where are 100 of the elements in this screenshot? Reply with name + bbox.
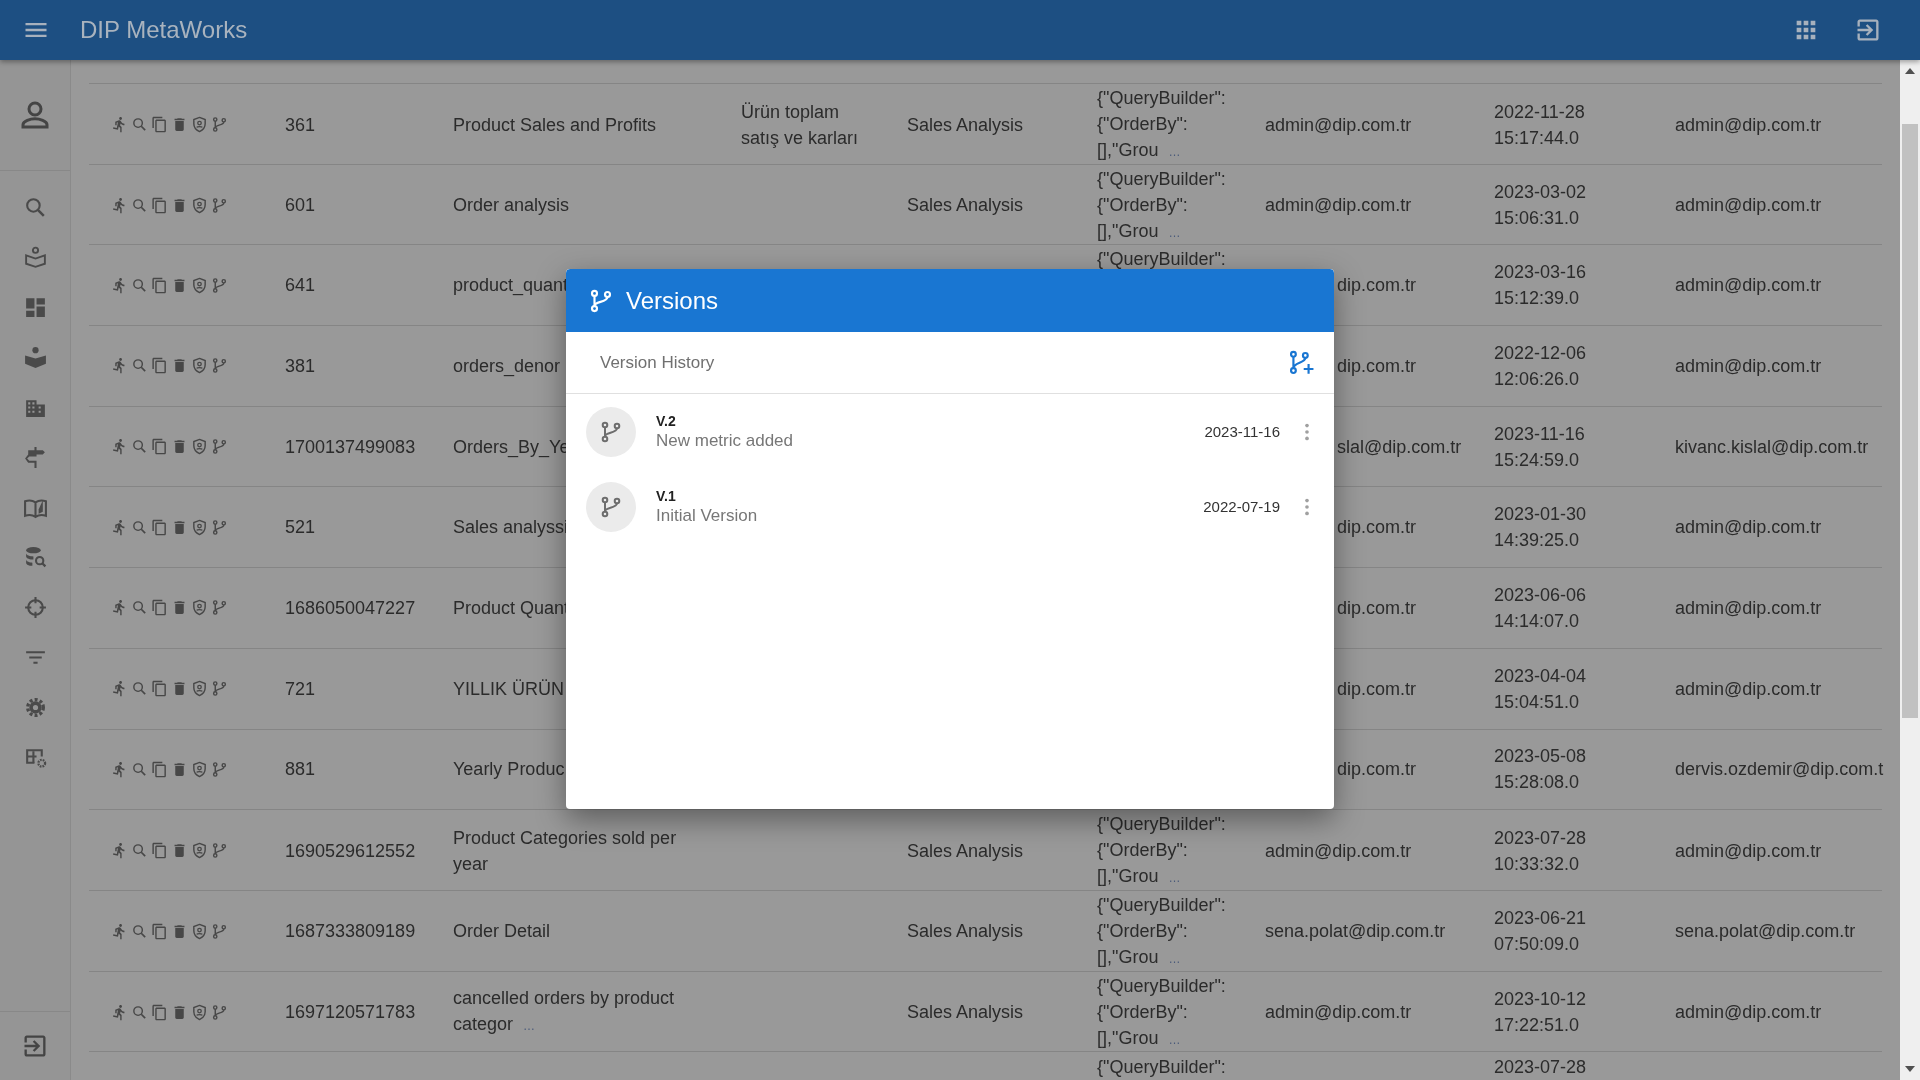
- copy-icon[interactable]: [151, 116, 168, 133]
- query-cell-text: {"QueryBuilder": {"OrderBy": [],"Grou …: [1097, 893, 1227, 969]
- copy-icon[interactable]: [151, 1003, 168, 1021]
- query-cell-text: {"QueryBuilder":: [1097, 1056, 1227, 1080]
- book-person-icon[interactable]: [22, 245, 48, 270]
- date-cell-text: 2022-12-06 12:06:26.0: [1494, 341, 1588, 391]
- shield-person-icon[interactable]: [191, 1003, 208, 1021]
- search-icon[interactable]: [131, 438, 148, 456]
- query-cell-text: {"QueryBuilder": {"OrderBy": [],"Grou …: [1097, 87, 1227, 162]
- branch-icon[interactable]: [211, 922, 228, 940]
- updater-cell-text: dervis.ozdemir@dip.com.t: [1675, 758, 1884, 782]
- signpost-icon[interactable]: [22, 445, 48, 470]
- branch-icon[interactable]: [211, 276, 228, 294]
- date-cell-text: 2023-07-28 10:33:32.0: [1494, 826, 1588, 876]
- branch-icon[interactable]: [211, 438, 228, 456]
- date-cell-text: 2023-06-21 07:50:09.0: [1494, 907, 1588, 957]
- date-cell-text: 2023-11-16 15:24:59.0: [1494, 422, 1586, 472]
- branch-icon[interactable]: [211, 518, 228, 536]
- search-icon[interactable]: [131, 518, 148, 536]
- shield-person-icon[interactable]: [191, 599, 208, 617]
- shield-person-icon[interactable]: [191, 196, 208, 214]
- name-cell-text: Sales analyssi: [453, 516, 570, 540]
- search-icon[interactable]: [131, 116, 148, 133]
- updater-cell-text: sena.polat@dip.com.tr: [1675, 920, 1857, 944]
- id-cell-text: 601: [285, 194, 317, 218]
- shield-person-icon[interactable]: [191, 276, 208, 294]
- shield-person-icon[interactable]: [191, 842, 208, 860]
- updater-cell-text: admin@dip.com.tr: [1675, 194, 1823, 218]
- query-cell-text: {"QueryBuilder": {"OrderBy": [],"Grou …: [1097, 167, 1227, 243]
- id-cell-text: 881: [285, 758, 317, 782]
- id-cell-text: 641: [285, 274, 317, 298]
- add-branch-icon[interactable]: [1288, 349, 1314, 376]
- creator-cell-text: dip.com.tr: [1337, 596, 1417, 620]
- branch-icon: [599, 494, 623, 519]
- id-cell-text: 521: [285, 516, 317, 540]
- id-cell-text: 1687333809189: [285, 920, 417, 944]
- branch-icon[interactable]: [211, 760, 228, 778]
- category-cell-text: Sales Analysis: [907, 839, 1025, 863]
- search-icon[interactable]: [131, 196, 148, 214]
- copy-icon[interactable]: [151, 760, 168, 778]
- scroll-down-icon[interactable]: [1904, 1064, 1916, 1074]
- search-icon[interactable]: [131, 922, 148, 940]
- search-icon[interactable]: [131, 680, 148, 698]
- copy-icon[interactable]: [151, 518, 168, 536]
- copy-icon[interactable]: [151, 196, 168, 214]
- branch-icon: [599, 419, 623, 444]
- shield-person-icon[interactable]: [191, 518, 208, 536]
- search-icon[interactable]: [131, 599, 148, 617]
- id-cell-text: 1686050047227: [285, 596, 417, 620]
- creator-cell-text: dip.com.tr: [1337, 758, 1417, 782]
- branch-icon[interactable]: [211, 599, 228, 617]
- shield-person-icon[interactable]: [191, 357, 208, 375]
- creator-cell-text: dip.com.tr: [1337, 677, 1417, 701]
- updater-cell-text: admin@dip.com.tr: [1675, 274, 1823, 298]
- id-cell-text: 1700137499083: [285, 435, 417, 459]
- name-cell-text: Orders_By_Ye: [453, 435, 571, 460]
- shield-person-icon[interactable]: [191, 760, 208, 778]
- name-cell-text: Product Sales and Profits: [453, 113, 658, 137]
- scrollbar[interactable]: [1900, 60, 1920, 1080]
- query-cell-text: {"QueryBuilder":: [1097, 248, 1227, 272]
- date-cell-text: 2023-04-04 15:04:51.0: [1494, 664, 1588, 714]
- search-icon[interactable]: [131, 760, 148, 778]
- reader-icon[interactable]: [22, 345, 48, 370]
- updater-cell-text: admin@dip.com.tr: [1675, 354, 1823, 378]
- copy-icon[interactable]: [151, 680, 168, 698]
- branch-icon: [588, 287, 614, 314]
- creator-cell-text: admin@dip.com.tr: [1265, 113, 1413, 137]
- name-cell-text: cancelled orders by product categor …: [453, 987, 676, 1037]
- search-icon[interactable]: [131, 842, 148, 860]
- shield-person-icon[interactable]: [191, 680, 208, 698]
- copy-icon[interactable]: [151, 438, 168, 456]
- date-cell-text: 2023-10-12 17:22:51.0: [1494, 988, 1588, 1038]
- date-cell-text: 2023-01-30 14:39:25.0: [1494, 503, 1588, 553]
- branch-icon[interactable]: [211, 196, 228, 214]
- copy-icon[interactable]: [151, 842, 168, 860]
- search-icon[interactable]: [131, 1003, 148, 1021]
- shield-person-icon[interactable]: [191, 922, 208, 940]
- creator-cell-text: admin@dip.com.tr: [1265, 1001, 1413, 1025]
- name-cell-text: orders_denor: [453, 354, 562, 379]
- branch-icon[interactable]: [211, 680, 228, 698]
- crosshair-icon[interactable]: [22, 595, 48, 620]
- version-description: Initial Version: [656, 505, 759, 526]
- updater-cell-text: admin@dip.com.tr: [1675, 677, 1823, 701]
- branch-icon[interactable]: [211, 357, 228, 375]
- scroll-up-icon[interactable]: [1904, 66, 1916, 76]
- category-cell-text: Sales Analysis: [907, 920, 1025, 944]
- copy-icon[interactable]: [151, 599, 168, 617]
- branch-icon[interactable]: [211, 842, 228, 860]
- shield-person-icon[interactable]: [191, 116, 208, 133]
- branch-icon[interactable]: [211, 1003, 228, 1021]
- copy-icon[interactable]: [151, 276, 168, 294]
- id-cell-text: 1697120571783: [285, 1001, 417, 1025]
- updater-cell-text: admin@dip.com.tr: [1675, 1001, 1823, 1025]
- copy-icon[interactable]: [151, 922, 168, 940]
- updater-cell-text: admin@dip.com.tr: [1675, 596, 1823, 620]
- copy-icon[interactable]: [151, 357, 168, 375]
- search-icon[interactable]: [131, 357, 148, 375]
- search-icon[interactable]: [131, 276, 148, 294]
- branch-icon[interactable]: [211, 116, 228, 133]
- shield-person-icon[interactable]: [191, 438, 208, 456]
